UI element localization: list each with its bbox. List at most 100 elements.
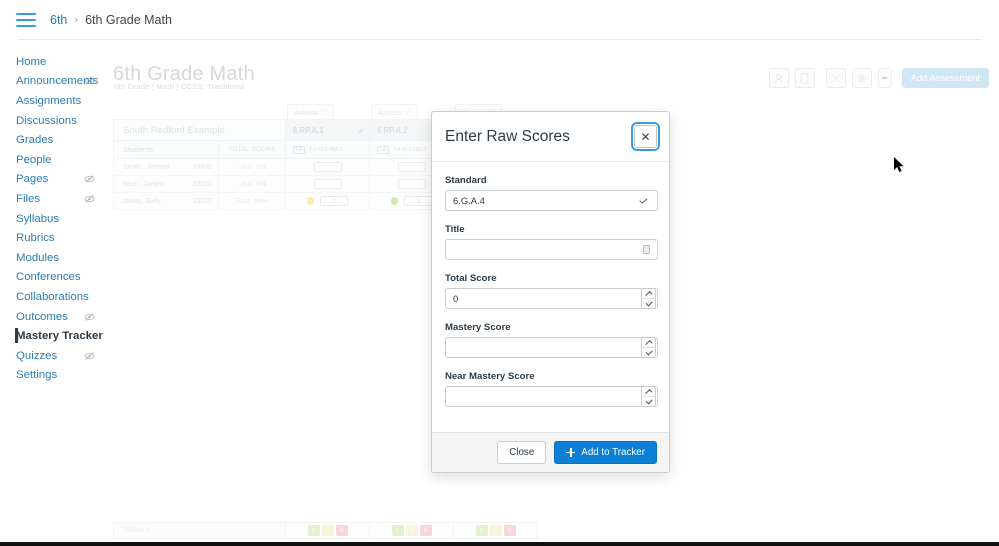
ia-badge: I.A	[293, 146, 305, 154]
total-score-stepper[interactable]	[641, 288, 656, 309]
totals-yellow-badge: 0	[322, 525, 334, 536]
score-input[interactable]	[398, 179, 426, 189]
assess-tab-label: Assess	[294, 108, 318, 117]
standard-stats-text: T:4 M:3 NM:2	[393, 147, 426, 153]
mastery-dot-icon	[391, 197, 399, 205]
totals-row: TOTALS 0 0 0 1 0 0 0 0 2	[113, 522, 538, 539]
total-score-percent: 0%	[257, 164, 267, 171]
standard-select[interactable]: 6.G.A.4	[445, 190, 658, 211]
standard-code: 6.RP.A.1	[293, 126, 324, 135]
totals-label: TOTALS	[113, 522, 286, 539]
student-name: Jones, Sally	[123, 198, 161, 205]
total-score-input-wrap: 0	[445, 288, 656, 309]
student-id: 10010	[193, 198, 212, 205]
shuffle-icon[interactable]	[826, 68, 846, 88]
stepper-up-icon[interactable]	[642, 338, 655, 348]
student-name-cell[interactable]: Jones, Sally 10010	[113, 193, 219, 210]
totals-yellow-badge: 0	[406, 525, 418, 536]
kebab-menu-icon[interactable]	[878, 68, 892, 88]
mouse-cursor	[893, 156, 905, 174]
totals-cell-1: 0 0 0	[286, 522, 370, 539]
stepper-down-icon[interactable]	[642, 397, 655, 406]
totals-cell-3: 0 0 2	[454, 522, 538, 539]
standard-field-group: Standard 6.G.A.4	[445, 175, 656, 211]
near-mastery-score-input-wrap	[445, 386, 656, 407]
mastery-score-label: Mastery Score	[445, 322, 656, 333]
tracker-name: South Redford Example	[113, 119, 286, 141]
gear-icon[interactable]	[852, 68, 872, 88]
total-score-field-group: Total Score 0	[445, 273, 656, 309]
totals-red-badge: 0	[336, 525, 348, 536]
total-score-percent: 0%	[257, 181, 267, 188]
title-field-group: Title	[445, 224, 656, 260]
totals-red-badge: 0	[420, 525, 432, 536]
resize-handle-icon[interactable]	[643, 245, 650, 254]
standard-select-wrap: 6.G.A.4	[445, 190, 656, 211]
total-score-value: --/10	[238, 181, 252, 188]
near-mastery-score-field-group: Near Mastery Score	[445, 371, 656, 407]
totals-yellow-badge: 0	[490, 525, 502, 536]
stepper-up-icon[interactable]	[642, 387, 655, 397]
person-icon[interactable]	[769, 68, 789, 88]
student-name: Rice , James	[123, 181, 163, 188]
score-input[interactable]: 3	[404, 196, 432, 206]
title-input-wrap	[445, 239, 656, 260]
stepper-up-icon[interactable]	[642, 289, 655, 299]
near-mastery-score-stepper[interactable]	[641, 386, 656, 407]
mastery-score-stepper[interactable]	[641, 337, 656, 358]
card-icon[interactable]	[795, 68, 815, 88]
total-score-value: 5/10	[236, 198, 249, 205]
cancel-button[interactable]: Close	[497, 441, 546, 464]
score-input[interactable]	[314, 179, 342, 189]
near-mastery-score-input[interactable]	[445, 386, 658, 407]
total-score-percent: 50%	[254, 198, 268, 205]
total-score-cell: --/10 0%	[219, 159, 286, 176]
score-input[interactable]	[314, 162, 342, 172]
stepper-down-icon[interactable]	[642, 348, 655, 357]
score-cell[interactable]: 2	[286, 193, 370, 210]
title-input[interactable]	[445, 239, 658, 260]
assess-tab-label: Assess	[378, 108, 402, 117]
standard-stats-1: I.A T:3 M:3 NM:2	[286, 141, 370, 159]
close-icon[interactable]: ✕	[634, 125, 657, 148]
score-input[interactable]	[398, 162, 426, 172]
score-cell[interactable]	[286, 159, 370, 176]
total-score-label: Total Score	[445, 273, 656, 284]
export-icon	[321, 109, 327, 115]
assess-tab-1[interactable]: Assess	[287, 104, 334, 119]
total-score-cell: --/10 0%	[219, 176, 286, 193]
export-icon	[405, 109, 411, 115]
assess-tab-2[interactable]: Assess	[371, 104, 418, 119]
totals-red-badge: 2	[504, 525, 516, 536]
student-name-cell[interactable]: Smith , Joshua 10030	[113, 159, 219, 176]
student-id: 10030	[193, 164, 212, 171]
chevron-down-icon	[358, 128, 364, 134]
totals-green-badge: 0	[308, 525, 320, 536]
total-score-column-header: TOTAL SCORE	[219, 141, 286, 159]
enter-raw-scores-dialog: Enter Raw Scores ✕ Standard 6.G.A.4 Titl…	[431, 111, 670, 473]
dialog-header: Enter Raw Scores ✕	[432, 112, 669, 162]
student-id: 10020	[193, 181, 212, 188]
dialog-footer: Close Add to Tracker	[432, 432, 669, 472]
totals-green-badge: 0	[476, 525, 488, 536]
stepper-down-icon[interactable]	[642, 299, 655, 308]
mastery-score-input[interactable]	[445, 337, 658, 358]
dialog-title: Enter Raw Scores	[445, 128, 570, 146]
score-input[interactable]: 2	[320, 196, 348, 206]
score-cell[interactable]	[286, 176, 370, 193]
mastery-score-field-group: Mastery Score	[445, 322, 656, 358]
student-name: Smith , Joshua	[123, 164, 169, 171]
mastery-dot-icon	[307, 197, 315, 205]
dialog-body: Standard 6.G.A.4 Title Total Score 0	[432, 162, 669, 432]
standard-column-header-1[interactable]: 6.RP.A.1	[286, 119, 370, 141]
standard-stats-text: T:3 M:3 NM:2	[309, 147, 342, 153]
totals-green-badge: 1	[392, 525, 404, 536]
student-name-cell[interactable]: Rice , James 10020	[113, 176, 219, 193]
total-score-input[interactable]: 0	[445, 288, 658, 309]
total-score-value: --/10	[238, 164, 252, 171]
ia-badge: I.A	[377, 146, 389, 154]
total-score-cell: 5/10 50%	[219, 193, 286, 210]
plus-icon	[566, 448, 575, 457]
add-assessment-button[interactable]: Add Assessment	[902, 68, 989, 88]
add-to-tracker-button[interactable]: Add to Tracker	[554, 441, 657, 464]
